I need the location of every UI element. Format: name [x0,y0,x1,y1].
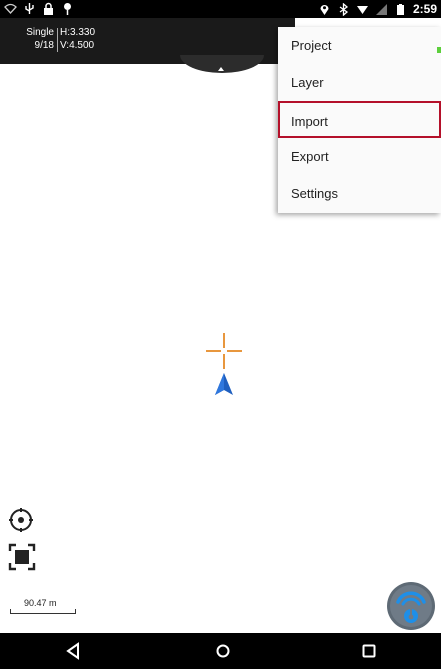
scale-label: 90.47 m [24,598,57,608]
gps-right-column: H:3.330 V:4.500 [60,26,95,52]
location-icon [320,4,329,15]
crosshair-center [221,348,227,354]
menu-item-settings[interactable]: Settings [278,175,441,212]
status-time: 2:59 [412,2,437,16]
wifi-icon [4,3,17,14]
gps-left-column: Single 9/18 [6,26,54,52]
status-bar: 2:59 [0,0,441,18]
overflow-menu: Project Layer Import Export Settings [278,27,441,213]
locate-icon[interactable] [8,507,34,533]
lock-icon [44,2,53,15]
gps-h-precision: H:3.330 [60,27,96,38]
recents-icon[interactable] [339,633,399,669]
status-bar-right: 2:59 [318,2,437,16]
menu-item-import[interactable]: Import [278,101,441,138]
full-extent-icon[interactable] [8,543,36,571]
gps-divider [57,28,58,52]
survey-fab-icon[interactable] [386,581,436,631]
gps-mode: Single [26,27,54,38]
usb-icon [25,3,34,14]
location-pin-icon [64,3,71,15]
navigation-arrow-icon [215,373,233,395]
menu-item-project[interactable]: Project [278,27,441,64]
signal-icon [356,5,368,14]
scale-bar [10,609,76,614]
system-nav-bar [0,633,441,669]
no-sim-icon [375,3,387,15]
menu-item-layer[interactable]: Layer [278,64,441,101]
status-bar-left [4,2,74,15]
green-indicator [437,47,441,53]
back-icon[interactable] [43,633,103,669]
home-icon[interactable] [193,633,253,669]
battery-icon [396,3,404,15]
menu-item-export[interactable]: Export [278,138,441,175]
gps-v-precision: V:4.500 [60,40,95,51]
bluetooth-icon [339,2,349,16]
gps-satellites: 9/18 [34,40,54,51]
expand-arrow-icon [218,67,224,71]
